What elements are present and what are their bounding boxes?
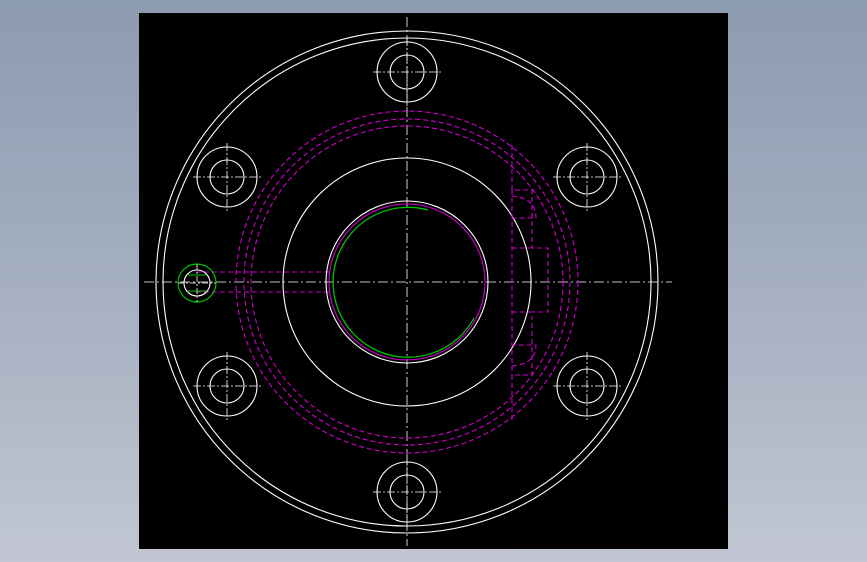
hidden-slot-upper [511,145,549,313]
bolt-hole-icon [553,143,621,211]
side-port [177,263,217,303]
bolt-hole-icon [193,352,261,420]
bolt-hole-icon [373,38,441,106]
bolt-hole-icon [373,458,441,526]
centerlines [144,17,672,546]
bolt-hole-icon [553,352,621,420]
cad-viewport[interactable] [139,13,728,549]
bolt-hole-icon [193,143,261,211]
flange-drawing [144,17,672,546]
